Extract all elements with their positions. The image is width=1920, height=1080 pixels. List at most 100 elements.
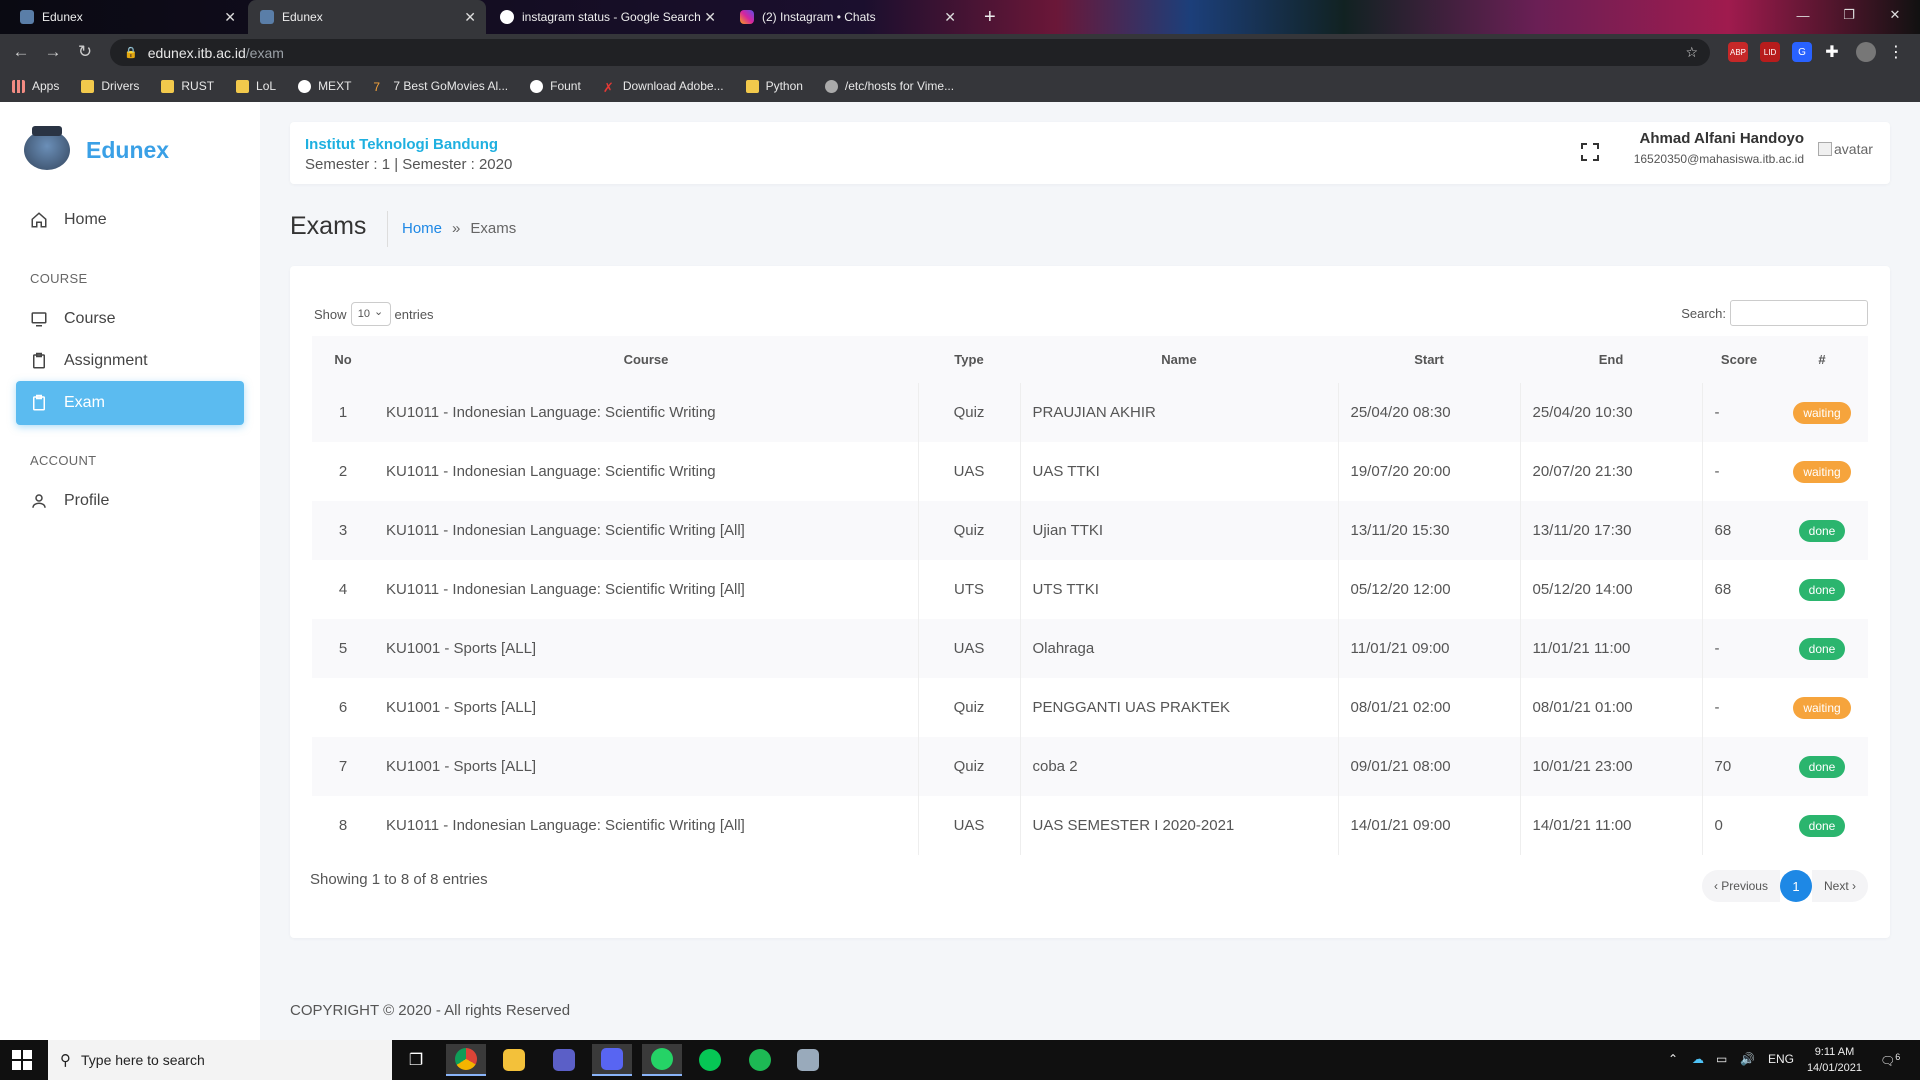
clock-date: 14/01/2021 <box>1806 1062 1862 1074</box>
avatar[interactable]: avatar <box>1818 134 1878 164</box>
bookmark-link[interactable]: ✗ Download Adobe... <box>603 79 724 95</box>
bookmark-folder[interactable]: Drivers <box>81 79 139 93</box>
table-info: Showing 1 to 8 of 8 entries <box>310 871 488 888</box>
column-header[interactable]: End <box>1520 336 1702 383</box>
sidebar-item-home[interactable]: Home <box>16 198 244 242</box>
cell-no: 4 <box>312 560 374 619</box>
close-tab-icon[interactable]: ✕ <box>944 9 956 26</box>
url-bar[interactable]: 🔒 edunex.itb.ac.id/exam ☆ <box>110 39 1710 66</box>
close-tab-icon[interactable]: ✕ <box>704 9 716 26</box>
cell-start: 14/01/21 09:00 <box>1338 796 1521 855</box>
new-tab-button[interactable]: + <box>972 0 1002 34</box>
fullscreen-icon[interactable] <box>1578 140 1602 164</box>
line-icon[interactable] <box>690 1044 730 1076</box>
entries-select[interactable]: 10 <box>350 302 391 326</box>
cell-end: 25/04/20 10:30 <box>1520 383 1703 442</box>
sidebar-item-assignment[interactable]: Assignment <box>16 339 244 383</box>
browser-tab[interactable]: instagram status - Google Search ✕ <box>488 0 726 34</box>
minimize-icon[interactable]: — <box>1780 0 1826 30</box>
column-header[interactable]: Course <box>374 336 918 383</box>
show-hidden-icons[interactable]: ⌃ <box>1668 1052 1678 1066</box>
bookmark-folder[interactable]: RUST <box>161 79 214 93</box>
cell-start: 25/04/20 08:30 <box>1338 383 1521 442</box>
cell-type: UTS <box>918 560 1021 619</box>
cell-score: 0 <box>1702 796 1776 855</box>
search-input[interactable] <box>1730 300 1868 326</box>
discord-icon[interactable] <box>592 1044 632 1076</box>
close-window-icon[interactable]: ✕ <box>1872 0 1918 30</box>
column-header[interactable]: Start <box>1338 336 1520 383</box>
sidebar-item-label: Home <box>64 211 107 228</box>
close-tab-icon[interactable]: ✕ <box>224 9 236 26</box>
windows-start-icon[interactable] <box>12 1050 32 1070</box>
bookmark-folder[interactable]: Python <box>745 79 803 93</box>
system-clock[interactable]: 9:11 AM 14/01/2021 <box>1807 1044 1862 1076</box>
cell-no: 1 <box>312 383 374 442</box>
sidebar-item-profile[interactable]: Profile <box>16 479 244 523</box>
folder-icon <box>745 79 759 93</box>
next-page-button[interactable]: Next › <box>1811 870 1868 902</box>
spotify-icon[interactable] <box>740 1044 780 1076</box>
table-row: 5 KU1001 - Sports [ALL] UAS Olahraga 11/01/2… <box>312 619 1868 678</box>
whatsapp-icon[interactable] <box>642 1044 682 1076</box>
back-icon[interactable]: ← <box>10 42 32 62</box>
brand-logo[interactable]: Edunex <box>24 126 169 170</box>
user-name[interactable]: Ahmad Alfani Handoyo <box>1640 130 1804 147</box>
cell-course: KU1011 - Indonesian Language: Scientific… <box>374 383 919 442</box>
github-icon <box>824 79 838 93</box>
cell-type: Quiz <box>918 737 1021 796</box>
tab-title: (2) Instagram • Chats <box>762 10 876 24</box>
extension-icon[interactable]: LID <box>1760 42 1780 62</box>
page-1-button[interactable]: 1 <box>1779 870 1812 902</box>
close-tab-icon[interactable]: ✕ <box>464 9 476 26</box>
task-view-icon[interactable]: ❐ <box>396 1044 436 1076</box>
chrome-icon[interactable] <box>446 1044 486 1076</box>
network-icon[interactable]: ▭ <box>1716 1052 1727 1066</box>
sidebar-item-exam[interactable]: Exam <box>16 381 244 425</box>
status-badge: done <box>1798 519 1846 542</box>
taskbar-search[interactable]: ⚲ Type here to search <box>48 1040 392 1080</box>
file-explorer-icon[interactable] <box>494 1044 534 1076</box>
notification-icon[interactable]: 🗨6 <box>1880 1052 1900 1068</box>
bookmark-apps[interactable]: Apps <box>12 79 59 93</box>
extensions-puzzle-icon[interactable]: ✚ <box>1822 42 1842 62</box>
cell-no: 3 <box>312 501 374 560</box>
bookmark-star-icon[interactable]: ☆ <box>1685 44 1698 61</box>
app-icon[interactable] <box>788 1044 828 1076</box>
cell-name: UTS TTKI <box>1020 560 1339 619</box>
column-header[interactable]: Type <box>918 336 1020 383</box>
browser-tab-active[interactable]: Edunex ✕ <box>248 0 486 34</box>
bookmark-link[interactable]: Fount <box>530 79 581 93</box>
bookmark-link[interactable]: MEXT <box>298 79 351 93</box>
column-header[interactable]: No <box>312 336 374 383</box>
forward-icon[interactable]: → <box>42 42 64 62</box>
column-header[interactable]: # <box>1776 336 1868 383</box>
reload-icon[interactable]: ↻ <box>74 42 96 62</box>
column-header[interactable]: Name <box>1020 336 1338 383</box>
tab-title: Edunex <box>42 10 83 24</box>
page-title: Exams <box>290 212 367 240</box>
institution-name: Institut Teknologi Bandung <box>305 136 499 153</box>
translate-extension-icon[interactable]: G <box>1792 42 1812 62</box>
sidebar-item-course[interactable]: Course <box>16 297 244 341</box>
browser-tab[interactable]: Edunex ✕ <box>8 0 246 34</box>
previous-page-button[interactable]: ‹ Previous <box>1701 870 1780 902</box>
language-indicator[interactable]: ENG <box>1768 1052 1794 1066</box>
cell-course: KU1011 - Indonesian Language: Scientific… <box>374 442 919 501</box>
restore-icon[interactable]: ❐ <box>1826 0 1872 30</box>
volume-icon[interactable]: 🔊 <box>1740 1052 1755 1066</box>
bookmark-link[interactable]: /etc/hosts for Vime... <box>824 79 954 93</box>
sidebar-item-label: Assignment <box>64 352 148 369</box>
column-header[interactable]: Score <box>1702 336 1776 383</box>
onedrive-icon[interactable]: ☁ <box>1692 1052 1704 1066</box>
browser-tab[interactable]: (2) Instagram • Chats ✕ <box>728 0 966 34</box>
profile-avatar-icon[interactable] <box>1856 42 1876 62</box>
home-icon <box>31 212 47 228</box>
exams-table-card: Show 10 entries Search: No Course Type N… <box>290 266 1890 938</box>
bookmark-link[interactable]: 77 Best GoMovies Al... <box>373 79 508 94</box>
teams-icon[interactable] <box>544 1044 584 1076</box>
breadcrumb-home-link[interactable]: Home <box>402 220 442 237</box>
adblock-extension-icon[interactable]: ABP <box>1728 42 1748 62</box>
bookmark-folder[interactable]: LoL <box>236 79 276 93</box>
browser-menu-icon[interactable]: ⋮ <box>1886 42 1906 62</box>
